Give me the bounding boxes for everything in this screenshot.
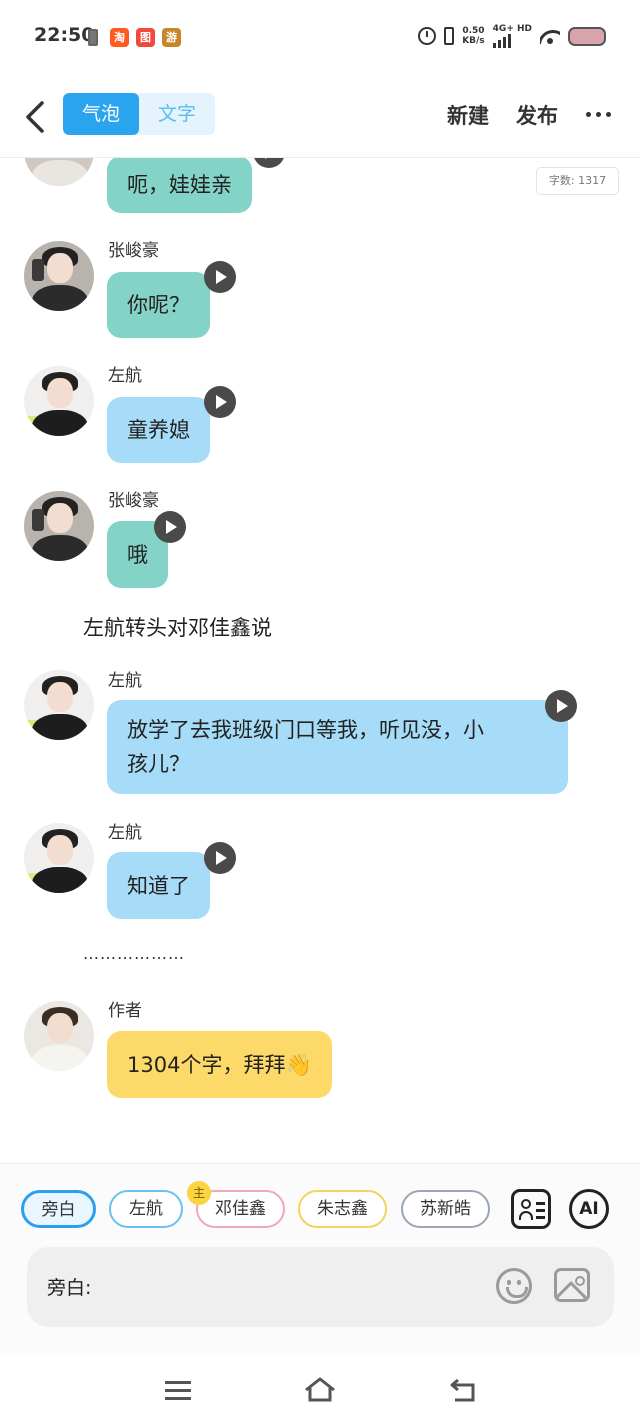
- character-chip-narrator[interactable]: 旁白: [21, 1190, 96, 1228]
- publish-button[interactable]: 发布: [516, 100, 558, 130]
- speaker-name: 张峻豪: [108, 491, 159, 511]
- narration-text: ………………: [83, 944, 185, 963]
- battery-icon: [568, 26, 606, 46]
- play-icon[interactable]: [204, 842, 236, 874]
- emoji-icon[interactable]: [496, 1268, 532, 1304]
- message-bubble[interactable]: 你呢？: [107, 272, 210, 338]
- character-card-icon[interactable]: [511, 1189, 551, 1229]
- speaker-name: 作者: [108, 1001, 142, 1021]
- home-icon[interactable]: [303, 1375, 337, 1403]
- app-icon: 图: [136, 28, 155, 47]
- input-speaker-label: 旁白:: [47, 1277, 92, 1299]
- wifi-icon: [540, 28, 560, 44]
- avatar[interactable]: [24, 1001, 94, 1071]
- signal-icon: [492, 34, 532, 48]
- tab-text[interactable]: 文字: [139, 93, 215, 135]
- vibrate-icon: [444, 27, 455, 45]
- message-bubble[interactable]: 放学了去我班级门口等我，听见没，小 孩儿？: [107, 700, 568, 794]
- play-icon[interactable]: [154, 511, 186, 543]
- message-bubble[interactable]: 1304个字，拜拜👋: [107, 1031, 332, 1098]
- chat-area[interactable]: 字数: 1317 呃，娃娃亲 张峻豪 你呢？ 左航 童养媳 张峻豪 哦 左航转头…: [0, 158, 640, 1163]
- play-icon[interactable]: [204, 261, 236, 293]
- image-icon[interactable]: [554, 1268, 590, 1302]
- sim-icon: [88, 29, 98, 46]
- alarm-icon: [418, 27, 437, 45]
- new-button[interactable]: 新建: [447, 100, 489, 130]
- avatar[interactable]: [24, 491, 94, 561]
- avatar[interactable]: [24, 366, 94, 436]
- play-icon[interactable]: [204, 386, 236, 418]
- character-chip-zuohang[interactable]: 左航: [109, 1190, 183, 1228]
- avatar[interactable]: [24, 241, 94, 311]
- status-time: 22:50: [34, 24, 95, 46]
- speaker-name: 左航: [108, 823, 142, 843]
- play-icon[interactable]: [253, 158, 285, 168]
- avatar[interactable]: [24, 158, 94, 186]
- mode-toggle: 气泡 文字: [63, 93, 215, 135]
- character-chip-suxinhao[interactable]: 苏新皓: [401, 1190, 490, 1228]
- main-character-badge: 主: [187, 1181, 211, 1205]
- avatar[interactable]: [24, 823, 94, 893]
- speaker-name: 左航: [108, 366, 142, 386]
- message-bubble[interactable]: 呃，娃娃亲: [107, 158, 252, 213]
- avatar[interactable]: [24, 670, 94, 740]
- ai-button[interactable]: AI: [569, 1189, 609, 1229]
- message-bubble[interactable]: 童养媳: [107, 397, 210, 463]
- net-speed: 0.50 KB/s: [462, 26, 485, 46]
- system-nav-bar: [0, 1353, 640, 1427]
- menu-icon[interactable]: [165, 1381, 191, 1401]
- character-chip-zhuzhixin[interactable]: 朱志鑫: [298, 1190, 387, 1228]
- back-icon[interactable]: [449, 1377, 477, 1403]
- speaker-name: 左航: [108, 671, 142, 691]
- composer-panel: 旁白 左航 邓佳鑫 主 朱志鑫 苏新皓 AI 旁白:: [0, 1163, 640, 1353]
- taobao-app-icon: 淘: [110, 28, 129, 47]
- status-bar: 22:50 淘 图 游 0.50 KB/s 4G+ HD: [0, 0, 640, 76]
- network-indicator: 4G+ HD: [492, 24, 532, 48]
- message-bubble[interactable]: 知道了: [107, 852, 210, 919]
- narration-text: 左航转头对邓佳鑫说: [83, 616, 272, 640]
- play-icon[interactable]: [545, 690, 577, 722]
- more-icon[interactable]: [586, 112, 611, 117]
- header: 气泡 文字 新建 发布: [0, 76, 640, 158]
- word-count-badge: 字数: 1317: [536, 167, 619, 195]
- game-app-icon: 游: [162, 28, 181, 47]
- back-arrow-icon[interactable]: [22, 100, 52, 134]
- speaker-name: 张峻豪: [108, 241, 159, 261]
- tab-bubble[interactable]: 气泡: [63, 93, 139, 135]
- message-input[interactable]: 旁白:: [27, 1247, 614, 1327]
